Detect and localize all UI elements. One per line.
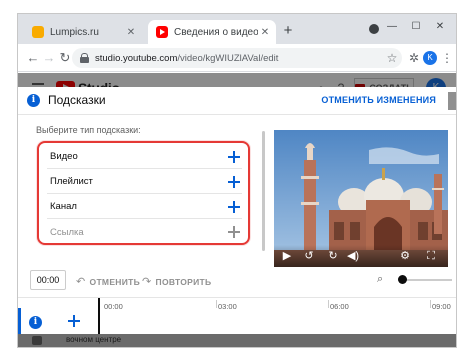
zoom-slider-handle[interactable] — [398, 275, 407, 284]
option-label: Плейлист — [50, 176, 93, 187]
undo-label: ОТМЕНИТЬ — [89, 276, 141, 287]
add-icon[interactable] — [228, 175, 240, 188]
track-accent — [18, 308, 21, 335]
option-label: Видео — [50, 151, 78, 162]
footer-text: вочном центре — [66, 335, 122, 344]
close-window-icon[interactable]: ✕ — [428, 18, 452, 36]
info-icon: i — [29, 316, 42, 329]
playhead[interactable] — [98, 298, 100, 335]
redo-label: ПОВТОРИТЬ — [155, 276, 212, 287]
settings-icon[interactable]: ⚙ — [398, 249, 412, 263]
tick-mark — [328, 300, 329, 308]
time-input[interactable]: 00:00 — [30, 270, 66, 290]
youtube-favicon-icon — [156, 26, 168, 38]
cards-dialog: i Подсказки ОТМЕНИТЬ ИЗМЕНЕНИЯ Выберите … — [18, 87, 456, 335]
close-icon[interactable]: ✕ — [124, 27, 138, 38]
video-preview[interactable]: ▶ ↺ ↻ ◀) ⚙ ⛶ — [274, 130, 448, 267]
url-input[interactable]: studio.youtube.com/video/kgWIUZlAVal/edi… — [72, 48, 402, 68]
dialog-header: i Подсказки ОТМЕНИТЬ ИЗМЕНЕНИЯ — [18, 87, 456, 115]
add-card-icon[interactable] — [68, 315, 80, 327]
scrollbar[interactable] — [262, 131, 265, 251]
minimize-icon[interactable]: — — [380, 18, 404, 36]
tab-title: Lumpics.ru — [50, 26, 99, 38]
info-icon: i — [27, 94, 40, 107]
close-icon[interactable]: ✕ — [258, 27, 272, 38]
undo-icon: ↶ — [76, 276, 86, 288]
media-indicator-icon[interactable] — [369, 24, 379, 34]
timeline-tick: 09:00 — [432, 302, 451, 311]
video-controls: ▶ ↺ ↻ ◀) ⚙ ⛶ — [274, 245, 448, 267]
timeline-tick: 00:00 — [104, 302, 123, 311]
tab-lumpics[interactable]: Lumpics.ru ✕ — [24, 20, 142, 44]
star-icon[interactable]: ☆ — [384, 50, 400, 66]
more-menu-icon[interactable]: ⋮ — [439, 50, 455, 66]
option-label: Канал — [50, 201, 77, 212]
fullscreen-icon[interactable]: ⛶ — [424, 249, 438, 263]
footer-strip: вочном центре — [18, 334, 456, 347]
add-icon[interactable] — [228, 200, 240, 213]
card-type-label: Выберите тип подсказки: — [36, 125, 141, 135]
tab-title: Сведения о видео - YouTube Stu — [174, 26, 258, 38]
feedback-icon — [32, 336, 42, 345]
profile-avatar[interactable]: K — [423, 51, 437, 65]
lock-icon — [80, 53, 89, 63]
tab-youtube-studio[interactable]: Сведения о видео - YouTube Stu ✕ — [148, 20, 276, 44]
revert-changes-button[interactable]: ОТМЕНИТЬ ИЗМЕНЕНИЯ — [321, 95, 436, 105]
extensions-icon[interactable]: ✲ — [406, 50, 422, 66]
forward-icon[interactable]: ↻ — [326, 249, 340, 263]
url-host: studio.youtube.com — [95, 52, 178, 64]
browser-window: Lumpics.ru ✕ Сведения о видео - YouTube … — [18, 14, 456, 347]
window-controls: — ☐ ✕ — [380, 18, 452, 36]
timeline-tick: 03:00 — [218, 302, 237, 311]
tick-mark — [216, 300, 217, 308]
tab-strip: Lumpics.ru ✕ Сведения о видео - YouTube … — [18, 14, 456, 44]
new-tab-button[interactable]: + — [280, 23, 296, 39]
card-type-panel: Выберите тип подсказки: Видео Плейлист К… — [18, 115, 268, 260]
undo-button[interactable]: ↶ ОТМЕНИТЬ — [76, 275, 140, 288]
volume-icon[interactable]: ◀) — [346, 249, 360, 263]
zoom-icon: ⌕ — [377, 273, 384, 285]
card-type-options: Видео Плейлист Канал Ссылка — [37, 141, 250, 245]
add-icon — [228, 226, 240, 238]
redo-button[interactable]: ↷ ПОВТОРИТЬ — [142, 275, 211, 288]
save-button-edge[interactable] — [448, 92, 456, 110]
timeline-tick: 06:00 — [330, 302, 349, 311]
lumpics-favicon-icon — [32, 26, 44, 38]
redo-icon: ↷ — [142, 276, 152, 288]
timeline[interactable]: 00:00 03:00 06:00 09:00 i — [18, 297, 456, 335]
maximize-icon[interactable]: ☐ — [404, 18, 428, 36]
url-path: /video/kgWIUZlAVal/edit — [177, 52, 279, 64]
address-bar-row: ← → ↻ studio.youtube.com/video/kgWIUZlAV… — [18, 44, 456, 72]
tick-mark — [430, 300, 431, 308]
option-video[interactable]: Видео — [47, 145, 242, 169]
option-label: Ссылка — [50, 226, 84, 238]
option-link: Ссылка — [47, 220, 242, 244]
option-channel[interactable]: Канал — [47, 195, 242, 219]
rewind-icon[interactable]: ↺ — [302, 249, 316, 263]
dialog-title: Подсказки — [48, 93, 106, 107]
option-playlist[interactable]: Плейлист — [47, 170, 242, 194]
add-icon[interactable] — [228, 150, 240, 163]
editor-toolbar: 00:00 ↶ ОТМЕНИТЬ ↷ ПОВТОРИТЬ ⌕ — [18, 267, 456, 297]
play-icon[interactable]: ▶ — [280, 249, 294, 263]
